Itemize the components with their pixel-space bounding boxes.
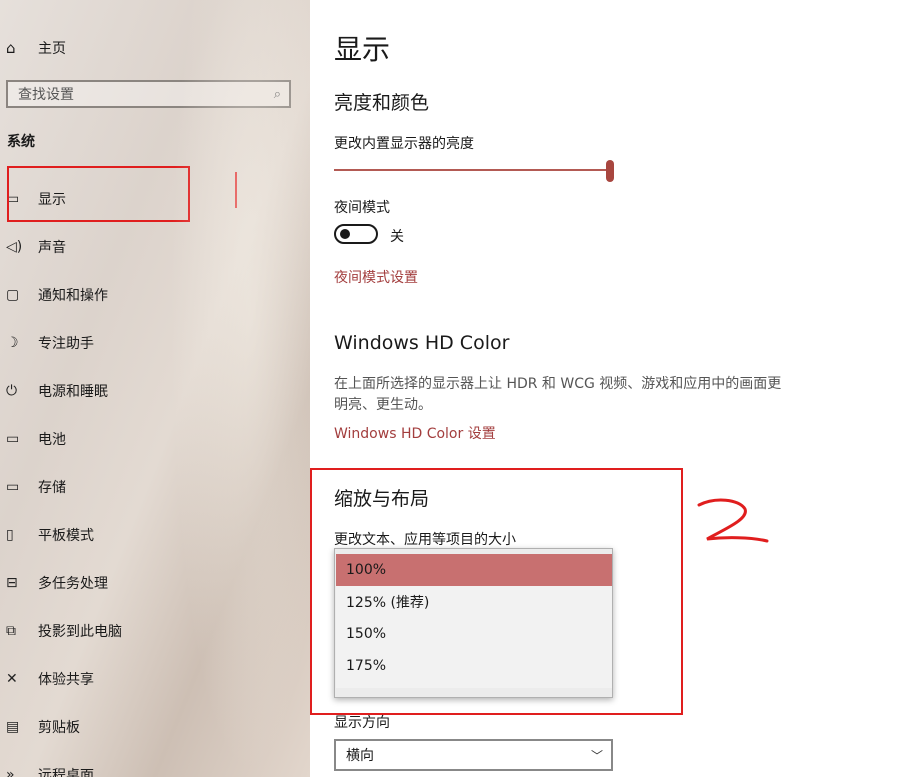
sidebar-item-label: 声音 <box>38 240 66 256</box>
scale-dropdown-list[interactable]: 100% 125% (推荐) 150% 175% <box>336 554 612 688</box>
scale-option-125[interactable]: 125% (推荐) <box>336 586 612 618</box>
sidebar-item-battery[interactable]: ▭ 电池 <box>0 415 310 463</box>
orientation-label: 显示方向 <box>334 715 390 731</box>
scale-option-100[interactable]: 100% <box>336 554 612 586</box>
brightness-label: 更改内置显示器的亮度 <box>334 136 474 152</box>
sidebar-item-label: 平板模式 <box>38 528 94 544</box>
page-title: 显示 <box>334 33 391 66</box>
hdr-description: 在上面所选择的显示器上让 HDR 和 WCG 视频、游戏和应用中的画面更明亮、更… <box>334 376 782 413</box>
orientation-select[interactable]: 横向 ﹀ <box>334 739 613 771</box>
remote-desktop-icon: » <box>6 767 15 777</box>
sidebar-item-storage[interactable]: ▭ 存储 <box>0 463 310 511</box>
tablet-icon: ▯ <box>6 527 14 543</box>
sidebar-nav: ▭ 显示 ◁) 声音 ▢ 通知和操作 ☽ 专注助手 ⏻ 电源和睡眠 ▭ 电池 ▭… <box>0 175 310 777</box>
scale-label: 更改文本、应用等项目的大小 <box>334 532 516 548</box>
project-icon: ⧉ <box>6 623 16 639</box>
hdr-heading: Windows HD Color <box>334 332 510 354</box>
sidebar-item-clipboard[interactable]: ▤ 剪贴板 <box>0 703 310 751</box>
night-light-state: 关 <box>390 229 404 245</box>
sidebar-item-label: 电源和睡眠 <box>38 384 108 400</box>
sidebar-item-tablet[interactable]: ▯ 平板模式 <box>0 511 310 559</box>
orientation-value: 横向 <box>346 748 374 764</box>
home-nav-item[interactable]: ⌂ 主页 <box>6 36 66 60</box>
night-light-toggle[interactable] <box>334 224 378 244</box>
night-light-settings-link[interactable]: 夜间模式设置 <box>334 267 418 287</box>
search-input[interactable]: 查找设置 ⌕ <box>6 80 291 108</box>
sidebar-item-label: 远程桌面 <box>38 768 94 777</box>
display-settings-page: 显示 亮度和颜色 更改内置显示器的亮度 夜间模式 关 夜间模式设置 Window… <box>310 0 918 777</box>
home-icon: ⌂ <box>6 39 16 57</box>
sidebar-item-notifications[interactable]: ▢ 通知和操作 <box>0 271 310 319</box>
annotation-mark-1 <box>235 172 237 208</box>
night-light-label: 夜间模式 <box>334 200 390 216</box>
brightness-slider[interactable] <box>334 160 614 182</box>
chevron-down-icon: ﹀ <box>590 748 603 763</box>
slider-track <box>334 169 610 171</box>
share-icon: ✕ <box>6 671 18 687</box>
notification-icon: ▢ <box>6 287 20 303</box>
sidebar-item-shared-experiences[interactable]: ✕ 体验共享 <box>0 655 310 703</box>
power-icon: ⏻ <box>6 383 18 399</box>
clipboard-icon: ▤ <box>6 719 20 735</box>
sidebar-item-power[interactable]: ⏻ 电源和睡眠 <box>0 367 310 415</box>
scale-option-150[interactable]: 150% <box>336 618 612 650</box>
search-icon: ⌕ <box>273 86 281 102</box>
sidebar-item-multitasking[interactable]: ⊟ 多任务处理 <box>0 559 310 607</box>
battery-icon: ▭ <box>6 431 20 447</box>
annotation-number-2 <box>697 498 769 543</box>
sidebar-item-label: 专注助手 <box>38 336 94 352</box>
slider-thumb[interactable] <box>606 160 614 182</box>
home-label: 主页 <box>38 41 66 57</box>
annotation-box-1 <box>7 166 190 222</box>
search-placeholder: 查找设置 <box>18 87 74 103</box>
settings-sidebar: ⌂ 主页 查找设置 ⌕ 系统 ▭ 显示 ◁) 声音 ▢ 通知和操作 ☽ 专注助手… <box>0 0 310 777</box>
sidebar-item-label: 多任务处理 <box>38 576 108 592</box>
brightness-heading: 亮度和颜色 <box>334 92 430 114</box>
sidebar-item-focus-assist[interactable]: ☽ 专注助手 <box>0 319 310 367</box>
speaker-icon: ◁) <box>6 239 23 255</box>
moon-icon: ☽ <box>6 335 19 351</box>
sidebar-item-label: 剪贴板 <box>38 720 80 736</box>
toggle-knob <box>340 229 350 239</box>
sidebar-item-label: 通知和操作 <box>38 288 108 304</box>
sidebar-item-label: 存储 <box>38 480 66 496</box>
section-title: 系统 <box>7 134 35 150</box>
storage-icon: ▭ <box>6 479 20 495</box>
sidebar-item-label: 电池 <box>38 432 66 448</box>
sidebar-item-remote-desktop[interactable]: » 远程桌面 <box>0 751 310 777</box>
hdr-settings-link[interactable]: Windows HD Color 设置 <box>334 423 496 443</box>
scale-option-175[interactable]: 175% <box>336 650 612 682</box>
scale-heading: 缩放与布局 <box>334 488 430 510</box>
sidebar-item-projecting[interactable]: ⧉ 投影到此电脑 <box>0 607 310 655</box>
sidebar-item-sound[interactable]: ◁) 声音 <box>0 223 310 271</box>
sidebar-item-label: 投影到此电脑 <box>38 624 122 640</box>
sidebar-item-label: 体验共享 <box>38 672 94 688</box>
multitask-icon: ⊟ <box>6 575 18 591</box>
